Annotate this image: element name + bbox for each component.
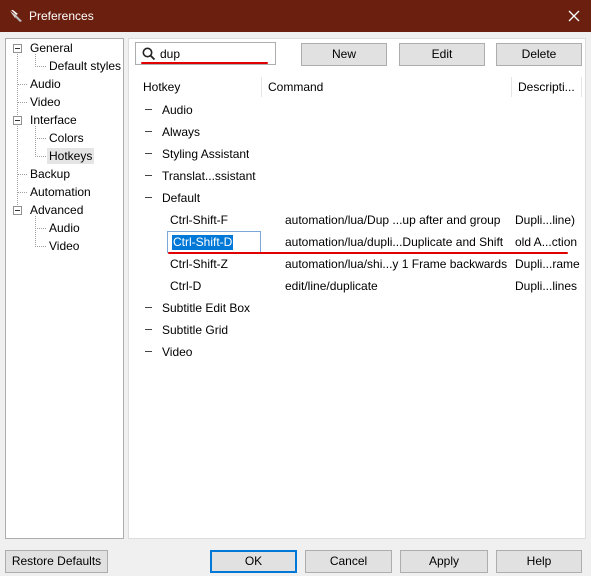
collapse-toggle-icon[interactable] [144, 303, 153, 312]
collapse-toggle-icon[interactable] [144, 193, 153, 202]
command-cell: edit/line/duplicate [285, 279, 378, 293]
hotkey-row[interactable]: Ctrl-Shift-F automation/lua/Dup ...up af… [137, 209, 582, 231]
hotkey-grid[interactable]: Hotkey Command Descripti... Audio Always… [137, 75, 582, 533]
tree-connector [35, 216, 36, 247]
tree-connector [17, 174, 27, 175]
column-command[interactable]: Command [262, 75, 511, 99]
hotkey-row-editing[interactable]: Ctrl-Shift-D automation/lua/dupli...Dupl… [137, 231, 582, 253]
tree-connector [17, 192, 27, 193]
tree-item-advanced-video[interactable]: Video [47, 238, 81, 254]
tree-item-advanced-audio[interactable]: Audio [47, 220, 82, 236]
restore-defaults-button[interactable]: Restore Defaults [5, 550, 108, 573]
grid-header: Hotkey Command Descripti... [137, 75, 582, 99]
description-cell: old A...ction [515, 235, 578, 249]
group-label: Audio [162, 103, 193, 117]
command-cell: automation/lua/shi...y 1 Frame backwards [285, 257, 508, 271]
tree-item-interface[interactable]: Interface [28, 112, 79, 128]
tree-item-video[interactable]: Video [28, 94, 62, 110]
column-separator [581, 77, 582, 97]
group-row-audio[interactable]: Audio [137, 99, 582, 121]
tree-item-automation[interactable]: Automation [28, 184, 93, 200]
group-label: Subtitle Grid [162, 323, 229, 337]
tree-connector [17, 54, 18, 211]
collapse-toggle-icon[interactable] [144, 127, 153, 136]
group-row-styling-assistant[interactable]: Styling Assistant [137, 143, 582, 165]
collapse-toggle-icon[interactable] [13, 44, 22, 53]
close-button[interactable] [557, 0, 591, 32]
apply-button[interactable]: Apply [400, 550, 488, 573]
tree-connector [35, 126, 36, 157]
annotation-underline [168, 252, 568, 254]
hotkey-edit-value[interactable]: Ctrl-Shift-D [172, 235, 234, 250]
tree-connector [35, 66, 46, 67]
collapse-toggle-icon[interactable] [13, 206, 22, 215]
group-label: Translat...ssistant [162, 169, 256, 183]
collapse-toggle-icon[interactable] [144, 171, 153, 180]
tree-connector [17, 102, 27, 103]
group-row-subtitle-grid[interactable]: Subtitle Grid [137, 319, 582, 341]
tree-connector [35, 138, 46, 139]
hotkey-cell: Ctrl-Shift-Z [170, 257, 228, 271]
new-button[interactable]: New [301, 43, 387, 66]
group-row-video[interactable]: Video [137, 341, 582, 363]
tree-item-general[interactable]: General [28, 40, 75, 56]
tree-item-audio[interactable]: Audio [28, 76, 63, 92]
column-description[interactable]: Descripti... [512, 75, 582, 99]
group-row-translation-assistant[interactable]: Translat...ssistant [137, 165, 582, 187]
tree-connector [17, 84, 27, 85]
hotkey-row[interactable]: Ctrl-Shift-Z automation/lua/shi...y 1 Fr… [137, 253, 582, 275]
group-row-subtitle-edit-box[interactable]: Subtitle Edit Box [137, 297, 582, 319]
tree-connector [35, 246, 46, 247]
search-icon [142, 47, 156, 61]
edit-button[interactable]: Edit [399, 43, 485, 66]
hotkey-row[interactable]: Ctrl-D edit/line/duplicate Dupli...lines [137, 275, 582, 297]
group-label: Always [162, 125, 201, 139]
hotkey-edit-field[interactable]: Ctrl-Shift-D [167, 231, 261, 253]
collapse-toggle-icon[interactable] [144, 149, 153, 158]
tree-item-backup[interactable]: Backup [28, 166, 72, 182]
group-label: Styling Assistant [162, 147, 250, 161]
collapse-toggle-icon[interactable] [144, 325, 153, 334]
command-cell: automation/lua/dupli...Duplicate and Shi… [285, 235, 504, 249]
tree-item-advanced[interactable]: Advanced [28, 202, 85, 218]
title-bar: Preferences [0, 0, 591, 32]
collapse-toggle-icon[interactable] [13, 116, 22, 125]
column-hotkey[interactable]: Hotkey [137, 75, 261, 99]
help-button[interactable]: Help [496, 550, 582, 573]
group-label: Video [162, 345, 193, 359]
tree-item-hotkeys[interactable]: Hotkeys [47, 148, 95, 164]
cancel-button[interactable]: Cancel [305, 550, 392, 573]
search-input[interactable] [160, 46, 270, 62]
description-cell: Dupli...rame [515, 257, 580, 271]
collapse-toggle-icon[interactable] [144, 347, 153, 356]
hotkey-cell: Ctrl-D [170, 279, 202, 293]
app-icon [10, 10, 22, 22]
close-icon [568, 10, 580, 22]
description-cell: Dupli...lines [515, 279, 578, 293]
group-label: Subtitle Edit Box [162, 301, 251, 315]
annotation-underline [141, 62, 268, 64]
description-cell: Dupli...line) [515, 213, 576, 227]
delete-button[interactable]: Delete [496, 43, 582, 66]
preferences-tree[interactable]: General Default styles Audio Video Inter… [5, 38, 124, 539]
tree-connector [35, 228, 46, 229]
tree-item-default-styles[interactable]: Default styles [47, 58, 123, 74]
window-title: Preferences [29, 9, 94, 23]
group-label: Default [162, 191, 201, 205]
tree-connector [35, 156, 46, 157]
hotkey-cell: Ctrl-Shift-F [170, 213, 228, 227]
command-cell: automation/lua/Dup ...up after and group [285, 213, 501, 227]
group-row-default[interactable]: Default [137, 187, 582, 209]
tree-item-colors[interactable]: Colors [47, 130, 86, 146]
group-row-always[interactable]: Always [137, 121, 582, 143]
ok-button[interactable]: OK [210, 550, 297, 573]
collapse-toggle-icon[interactable] [144, 105, 153, 114]
